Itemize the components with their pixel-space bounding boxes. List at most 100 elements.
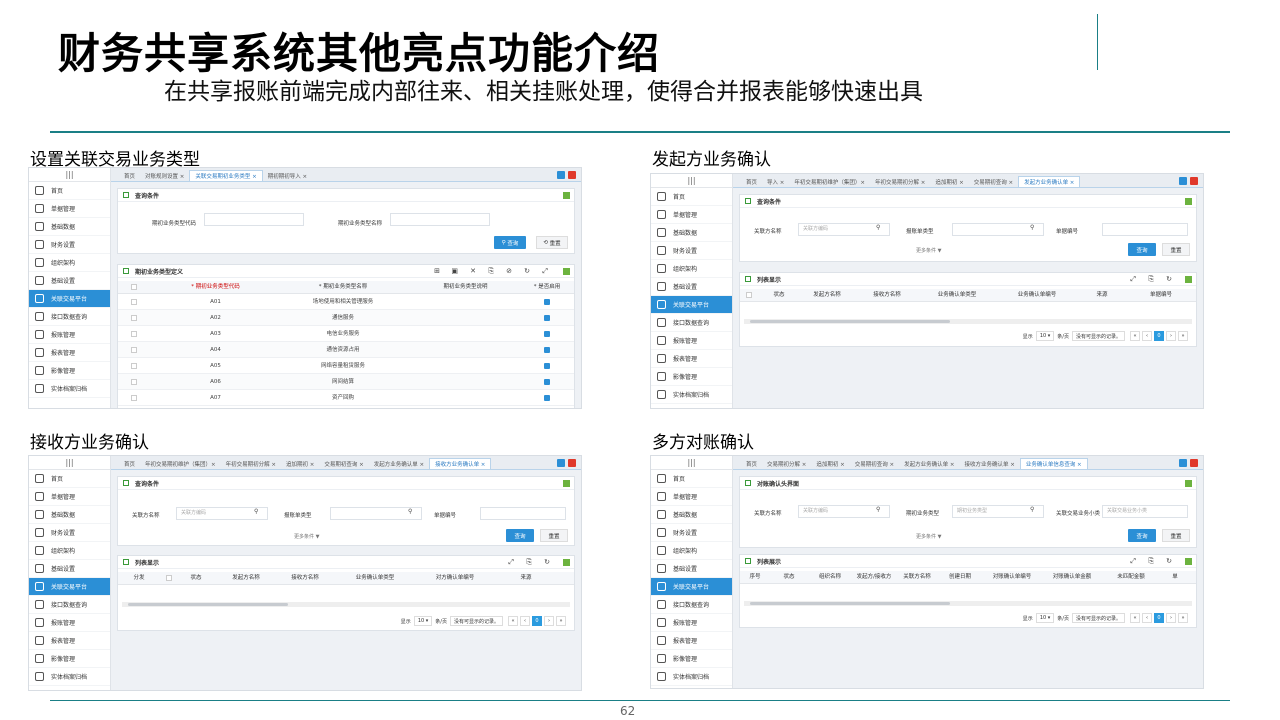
expand-icon[interactable]: ⤢ xyxy=(1130,557,1136,566)
close-icon[interactable] xyxy=(1190,459,1198,467)
reset-button[interactable]: ⟲ 重置 xyxy=(536,236,568,249)
prev-page-icon[interactable]: ‹ xyxy=(1142,331,1152,341)
sidebar-item[interactable]: 财务设置 xyxy=(29,524,110,542)
tab[interactable]: 追加期初 × xyxy=(930,176,968,187)
search-icon[interactable]: ⚲ xyxy=(408,508,412,515)
collapse-icon[interactable] xyxy=(563,192,570,199)
tab[interactable]: 交易期初查询 × xyxy=(969,176,1018,187)
close-icon[interactable] xyxy=(1190,177,1198,185)
row-checkbox[interactable] xyxy=(131,363,137,369)
sidebar-item[interactable]: 接口数据查询 xyxy=(651,596,732,614)
export-icon[interactable]: ⎘ xyxy=(1148,557,1154,566)
sidebar-item[interactable]: 单据管理 xyxy=(29,200,110,218)
sidebar-item[interactable]: 组织架构 xyxy=(29,542,110,560)
minimize-icon[interactable] xyxy=(557,459,565,467)
minimize-icon[interactable] xyxy=(557,171,565,179)
query-button[interactable]: ⚲ 查询 xyxy=(494,236,526,249)
tab[interactable]: 接收方业务确认单 × xyxy=(429,458,492,469)
next-page-icon[interactable]: › xyxy=(1166,613,1176,623)
sidebar-item[interactable]: 首页 xyxy=(29,470,110,488)
sidebar-item[interactable]: 接口数据查询 xyxy=(29,596,110,614)
sidebar-item[interactable]: 财务设置 xyxy=(651,524,732,542)
sidebar-item[interactable]: 影像管理 xyxy=(29,650,110,668)
current-page[interactable]: 0 xyxy=(532,616,542,626)
collapse-icon[interactable] xyxy=(1185,558,1192,565)
reset-button[interactable]: 重置 xyxy=(1162,243,1190,256)
search-icon[interactable]: ⚲ xyxy=(876,506,880,513)
first-page-icon[interactable]: « xyxy=(1130,613,1140,623)
sidebar-item[interactable]: 报表管理 xyxy=(29,344,110,362)
close-icon[interactable] xyxy=(568,171,576,179)
collapse-icon[interactable] xyxy=(563,559,570,566)
select-all-checkbox[interactable] xyxy=(166,575,172,581)
scrollbar-thumb[interactable] xyxy=(750,602,950,605)
sidebar-item[interactable]: 基础设置 xyxy=(651,278,732,296)
reset-button[interactable]: 重置 xyxy=(540,529,568,542)
sidebar-item[interactable]: 影像管理 xyxy=(651,368,732,386)
sidebar-item[interactable]: 组织架构 xyxy=(651,542,732,560)
page-size-select[interactable]: 10 ▾ xyxy=(1035,331,1055,341)
more-conditions-link[interactable]: 更多条件 ▼ xyxy=(916,247,941,254)
page-size-select[interactable]: 10 ▾ xyxy=(413,616,433,626)
sidebar-item[interactable]: 关联交易平台 xyxy=(29,578,110,596)
current-page[interactable]: 0 xyxy=(1154,613,1164,623)
enabled-checkbox[interactable] xyxy=(544,363,550,369)
scrollbar-thumb[interactable] xyxy=(128,603,288,606)
first-page-icon[interactable]: « xyxy=(508,616,518,626)
sidebar-item[interactable]: 报表管理 xyxy=(651,350,732,368)
sidebar-item[interactable]: 首页 xyxy=(651,188,732,206)
sidebar-item[interactable]: 基础数据 xyxy=(29,218,110,236)
sidebar-item[interactable]: 实体档案归档 xyxy=(29,380,110,398)
tab[interactable]: 年初交易期初维护（集团）× xyxy=(789,176,870,187)
page-size-select[interactable]: 10 ▾ xyxy=(1035,613,1055,623)
sidebar-item[interactable]: 单据管理 xyxy=(651,488,732,506)
tab[interactable]: 导入 × xyxy=(762,176,789,187)
sidebar-item[interactable]: 基础数据 xyxy=(29,506,110,524)
expand-icon[interactable]: ⤢ xyxy=(1130,275,1136,284)
sidebar-item[interactable]: 报账管理 xyxy=(29,326,110,344)
type-code-input[interactable] xyxy=(204,213,304,226)
last-page-icon[interactable]: » xyxy=(1178,331,1188,341)
minimize-icon[interactable] xyxy=(1179,459,1187,467)
tab[interactable]: 首页 xyxy=(119,458,140,469)
sidebar-item[interactable]: 单据管理 xyxy=(29,488,110,506)
minimize-icon[interactable] xyxy=(1179,177,1187,185)
refresh-icon[interactable]: ↻ xyxy=(1166,275,1172,283)
close-icon[interactable] xyxy=(568,459,576,467)
refresh-icon[interactable]: ↻ xyxy=(1166,557,1172,565)
tab[interactable]: 发起方业务确认单 × xyxy=(369,458,429,469)
last-page-icon[interactable]: » xyxy=(556,616,566,626)
sidebar-toggle-icon[interactable]: ||| xyxy=(29,456,110,470)
sidebar-item[interactable]: 报表管理 xyxy=(651,632,732,650)
sidebar-item[interactable]: 影像管理 xyxy=(29,362,110,380)
sidebar-item[interactable]: 基础数据 xyxy=(651,506,732,524)
save-icon[interactable]: ▣ xyxy=(451,267,458,275)
row-checkbox[interactable] xyxy=(131,379,137,385)
reset-button[interactable]: 重置 xyxy=(1162,529,1190,542)
sidebar-item[interactable]: 实体档案归档 xyxy=(651,386,732,404)
search-icon[interactable]: ⚲ xyxy=(254,508,258,515)
collapse-icon[interactable] xyxy=(1185,276,1192,283)
disable-icon[interactable]: ⊘ xyxy=(506,267,512,275)
select-all-checkbox[interactable] xyxy=(746,292,752,298)
collapse-icon[interactable] xyxy=(1185,198,1192,205)
row-checkbox[interactable] xyxy=(131,299,137,305)
sidebar-item[interactable]: 基础设置 xyxy=(651,560,732,578)
tab[interactable]: 发起方业务确认单 × xyxy=(1018,176,1081,187)
refresh-icon[interactable]: ↻ xyxy=(544,558,550,566)
horizontal-scrollbar[interactable] xyxy=(122,602,570,607)
enabled-checkbox[interactable] xyxy=(544,299,550,305)
horizontal-scrollbar[interactable] xyxy=(744,319,1192,324)
expand-icon[interactable]: ⤢ xyxy=(508,558,514,567)
row-checkbox[interactable] xyxy=(131,331,137,337)
tab[interactable]: 年初交易期初分解 × xyxy=(870,176,930,187)
sidebar-item[interactable]: 组织架构 xyxy=(29,254,110,272)
enabled-checkbox[interactable] xyxy=(544,379,550,385)
sidebar-item[interactable]: 关联交易平台 xyxy=(651,578,732,596)
delete-icon[interactable]: ✕ xyxy=(470,267,476,275)
enabled-checkbox[interactable] xyxy=(544,331,550,337)
sidebar-item[interactable]: 报账管理 xyxy=(651,332,732,350)
sidebar-toggle-icon[interactable]: ||| xyxy=(651,174,732,188)
tab[interactable]: 发起方业务确认单 × xyxy=(899,458,959,469)
row-checkbox[interactable] xyxy=(131,347,137,353)
